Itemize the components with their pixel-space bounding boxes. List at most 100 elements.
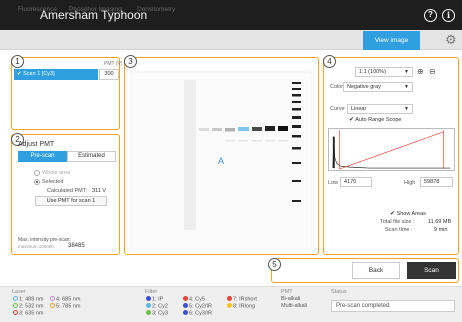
check-icon[interactable]: ✔	[17, 71, 22, 77]
laser-532-label: 2: 532 nm	[19, 303, 44, 310]
zoom-select[interactable]: 1:1 (100%) ▼	[355, 67, 413, 77]
filter-dot-icon	[183, 310, 188, 315]
curve-value: Linear	[351, 106, 367, 112]
pmt-column-header: PMT (V)	[104, 61, 123, 67]
auto-range-label: Auto Range Scope	[355, 117, 402, 123]
show-areas-checkbox[interactable]: ✔ Show Areas	[390, 210, 426, 217]
low-label: Low	[328, 180, 339, 186]
calculated-pmt-value: 311 V	[92, 188, 106, 194]
panel-number-3: 3	[124, 55, 137, 68]
gel-faint-bands	[225, 140, 288, 142]
status-title: Status	[331, 289, 347, 295]
check-icon: ✔	[349, 117, 355, 123]
total-file-size-label: Total file size :	[380, 219, 415, 225]
histogram-curve	[332, 136, 451, 169]
gear-icon[interactable]: ⚙	[445, 33, 457, 47]
high-input[interactable]: 59878	[420, 177, 453, 187]
filter-irshort: 7: IRshort	[226, 296, 257, 303]
back-button[interactable]: Back	[352, 262, 400, 279]
zoom-in-icon[interactable]: ⊕	[417, 67, 424, 77]
scan-list-item[interactable]: ✔ Scan 1 [Cy3]	[14, 69, 98, 80]
low-input[interactable]: 4170	[340, 177, 372, 187]
max-intensity-value: 38485	[68, 243, 85, 249]
panel-number-5: 5	[268, 258, 281, 271]
laser-488-label: 1: 488 nm	[19, 296, 44, 303]
scan-time-label: Scan time :	[385, 227, 413, 233]
max-intensity-label: Max. intensity pre-scan:	[18, 237, 71, 243]
filter-title: Filter	[145, 289, 158, 295]
laser-635-label: 3: 635 nm	[19, 310, 44, 317]
max-intensity-sublabel: maximum 100000	[18, 244, 54, 249]
filter-dot-icon	[146, 310, 151, 315]
radio-selected-label: Selected	[42, 179, 64, 185]
tab-estimated[interactable]: Estimated	[67, 151, 116, 162]
filter-dot-icon	[183, 303, 188, 308]
filter-cy3-ir: 6: Cy3/IR	[182, 310, 212, 317]
zoom-value: 1:1 (100%)	[359, 69, 386, 75]
color-label: Color	[330, 84, 344, 90]
curve-label: Curve	[330, 106, 345, 112]
zoom-out-icon[interactable]: ⊖	[429, 67, 436, 77]
auto-range-checkbox[interactable]: ✔ Auto Range Scope	[349, 116, 401, 123]
scan-time-value: 9 min	[434, 227, 448, 233]
filter-dot-icon	[183, 296, 188, 301]
chevron-down-icon: ▼	[404, 69, 409, 75]
filter-cy2: 2: Cy2	[145, 303, 168, 310]
total-file-size-value: 11.69 MB	[428, 219, 452, 225]
laser-ring-icon	[13, 303, 18, 308]
filter-cy5: 4: Cy5	[182, 296, 205, 303]
filter-cy2-ir: 5: Cy2/IR	[182, 303, 212, 310]
filter-dot-icon	[146, 303, 151, 308]
gel-smear-lane	[184, 80, 196, 230]
radio-whole-area-label: Whole area	[42, 170, 71, 176]
radio-selected[interactable]	[34, 179, 40, 185]
laser-685: 4: 685 nm	[49, 296, 80, 303]
show-areas-label: Show Areas	[396, 211, 426, 217]
laser-ring-icon	[13, 310, 18, 315]
radio-whole-area[interactable]	[34, 170, 40, 176]
tab-phosphor-imaging[interactable]: Phosphor Imaging	[69, 6, 122, 13]
scan-button[interactable]: Scan	[407, 262, 456, 279]
filter-cy3-ir-label: 6: Cy3/IR	[189, 310, 212, 317]
high-label: High	[404, 180, 416, 186]
use-pmt-button[interactable]: Use PMT for scan 1	[35, 196, 107, 206]
chevron-down-icon: ▼	[404, 84, 409, 90]
filter-dot-icon	[227, 296, 232, 301]
laser-ring-icon	[50, 296, 55, 301]
color-select[interactable]: Negative gray ▼	[343, 82, 413, 92]
tab-prescan[interactable]: Pre-scan	[18, 151, 67, 162]
panel-number-4: 4	[323, 55, 336, 68]
filter-cy3: 3: Cy3	[145, 310, 168, 317]
help-icon[interactable]: ?	[424, 9, 437, 22]
histogram[interactable]	[328, 128, 455, 171]
laser-532: 2: 532 nm	[12, 303, 43, 310]
filter-irlong: 8: IRlong	[226, 303, 255, 310]
panel-number-1: 1	[11, 55, 24, 68]
tab-fluorescence[interactable]: Fluorescence	[18, 6, 57, 13]
laser-ring-icon	[50, 303, 55, 308]
scan-item-label: Scan 1 [Cy3]	[23, 71, 55, 77]
view-image-button[interactable]: View image	[363, 31, 420, 50]
adjust-pmt-title: Adjust PMT	[18, 141, 55, 148]
filter-cy2-label: 2: Cy2	[152, 303, 168, 310]
pmt-multialkali: Multi-alkali	[281, 303, 307, 309]
filter-dot-icon	[146, 296, 151, 301]
info-icon[interactable]: i	[442, 9, 455, 22]
status-field: Pre-scan completed	[331, 300, 455, 312]
range-line	[339, 131, 444, 170]
laser-785: 5: 785 nm	[49, 303, 80, 310]
histogram-fill	[332, 136, 335, 169]
tab-densitometry[interactable]: Densitometry	[137, 6, 175, 13]
scan-pmt-input[interactable]: 300	[99, 69, 119, 80]
laser-785-label: 5: 785 nm	[56, 303, 81, 310]
chevron-down-icon: ▼	[404, 106, 409, 112]
filter-dot-icon	[227, 303, 232, 308]
scan-list-panel	[11, 57, 120, 130]
filter-cy2-ir-label: 5: Cy2/IR	[189, 303, 212, 310]
gel-image[interactable]: A	[129, 70, 313, 251]
color-value: Negative gray	[347, 84, 381, 90]
filter-irlong-label: 8: IRlong	[233, 303, 256, 310]
check-icon: ✔	[390, 211, 396, 217]
filter-irshort-label: 7: IRshort	[233, 296, 257, 303]
curve-select[interactable]: Linear ▼	[347, 104, 413, 114]
